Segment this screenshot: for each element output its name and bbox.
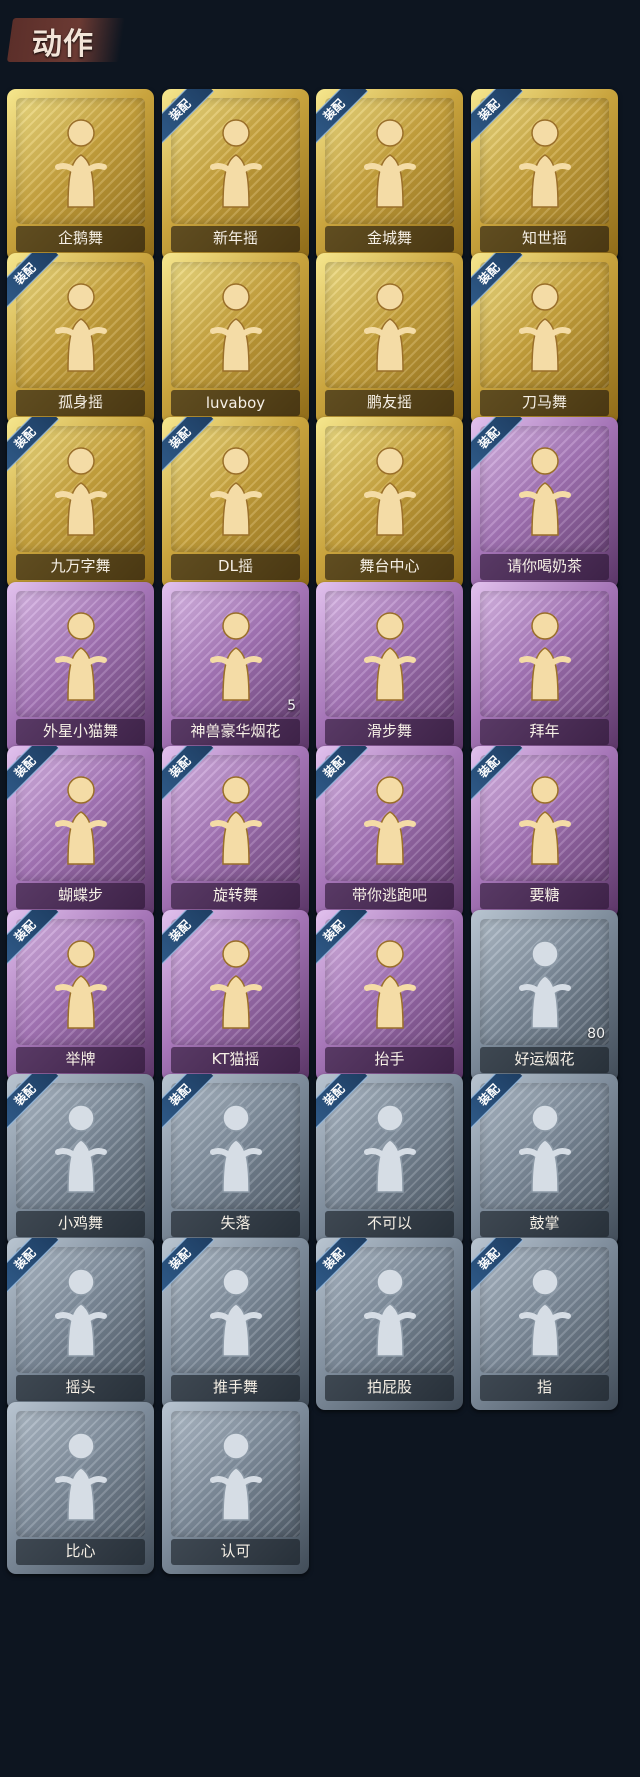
action-name: KT猫摇 — [211, 1050, 260, 1068]
action-card[interactable]: 请你喝奶茶 装配 — [471, 417, 618, 589]
action-name: 拜年 — [529, 722, 560, 740]
action-card[interactable]: 要糖 装配 — [471, 746, 618, 918]
action-name: 企鹅舞 — [57, 229, 103, 247]
action-name: DL摇 — [218, 557, 253, 575]
action-card[interactable]: 带你逃跑吧 装配 — [316, 746, 463, 918]
action-name: 拍屁股 — [366, 1378, 412, 1396]
item-count: 80 — [587, 1026, 605, 1042]
action-card[interactable]: 蝴蝶步 装配 — [7, 746, 154, 918]
action-name: 不可以 — [366, 1214, 412, 1232]
action-card[interactable]: 比心 — [7, 1402, 154, 1574]
action-card[interactable]: 5 神兽豪华烟花 — [162, 582, 309, 754]
action-name: 鹏友摇 — [366, 393, 412, 411]
action-name: 孤身摇 — [57, 393, 103, 411]
action-name: 知世摇 — [521, 229, 567, 247]
action-name: 舞台中心 — [359, 557, 420, 575]
action-card[interactable]: 滑步舞 — [316, 582, 463, 754]
action-card[interactable]: 指装配 — [471, 1238, 618, 1410]
action-name: 摇头 — [65, 1378, 96, 1396]
action-name: 失落 — [220, 1214, 251, 1232]
action-name: 金城舞 — [366, 229, 412, 247]
action-card[interactable]: 刀马舞 装配 — [471, 253, 618, 425]
action-name: luvaboy — [205, 394, 266, 412]
action-card[interactable]: 抬手 装配 — [316, 910, 463, 1082]
action-card[interactable]: 举牌 装配 — [7, 910, 154, 1082]
action-name: 神兽豪华烟花 — [190, 722, 281, 740]
action-card[interactable]: 旋转舞 装配 — [162, 746, 309, 918]
action-name: 抬手 — [374, 1050, 405, 1068]
action-card[interactable]: 拜年 — [471, 582, 618, 754]
action-name: 九万字舞 — [50, 557, 111, 575]
action-card[interactable]: 金城舞 装配 — [316, 89, 463, 261]
action-card[interactable]: 鼓掌 装配 — [471, 1074, 618, 1246]
action-name: 小鸡舞 — [57, 1214, 103, 1232]
action-card[interactable]: luvaboy — [162, 253, 309, 425]
section-title: 动作 — [32, 27, 94, 62]
action-card[interactable]: KT猫摇 装配 — [162, 910, 309, 1082]
action-name: 举牌 — [65, 1050, 96, 1068]
action-name: 要糖 — [529, 886, 560, 904]
action-card[interactable]: DL摇 装配 — [162, 417, 309, 589]
action-card[interactable]: 鹏友摇 — [316, 253, 463, 425]
action-name: 外星小猫舞 — [42, 722, 118, 740]
action-card[interactable]: 知世摇 装配 — [471, 89, 618, 261]
item-count: 5 — [287, 698, 296, 714]
action-card[interactable]: 80 好运烟花 — [471, 910, 618, 1082]
action-name: 蝴蝶步 — [57, 886, 103, 904]
action-name: 好运烟花 — [514, 1050, 575, 1068]
action-card[interactable]: 推手舞 装配 — [162, 1238, 309, 1410]
action-card[interactable]: 新年摇 装配 — [162, 89, 309, 261]
action-name: 鼓掌 — [529, 1214, 560, 1232]
action-card[interactable]: 外星小猫舞 — [7, 582, 154, 754]
action-card[interactable]: 九万字舞 装配 — [7, 417, 154, 589]
action-card[interactable]: 企鹅舞 — [7, 89, 154, 261]
action-card[interactable]: 不可以 装配 — [316, 1074, 463, 1246]
action-card[interactable]: 舞台中心 — [316, 417, 463, 589]
action-name: 指 — [536, 1378, 552, 1396]
action-card[interactable]: 小鸡舞 装配 — [7, 1074, 154, 1246]
action-card[interactable]: 拍屁股 装配 — [316, 1238, 463, 1410]
action-name: 带你逃跑吧 — [351, 886, 427, 904]
action-card[interactable]: 摇头 装配 — [7, 1238, 154, 1410]
action-name: 推手舞 — [212, 1378, 258, 1396]
action-name: 旋转舞 — [212, 886, 258, 904]
action-card[interactable]: 认可 — [162, 1402, 309, 1574]
action-name: 认可 — [220, 1542, 251, 1560]
action-name: 滑步舞 — [366, 722, 412, 740]
action-card[interactable]: 失落 装配 — [162, 1074, 309, 1246]
action-name: 刀马舞 — [521, 393, 567, 411]
action-name: 比心 — [65, 1542, 96, 1560]
action-name: 请你喝奶茶 — [506, 557, 582, 575]
action-name: 新年摇 — [212, 229, 258, 247]
action-card[interactable]: 孤身摇 装配 — [7, 253, 154, 425]
